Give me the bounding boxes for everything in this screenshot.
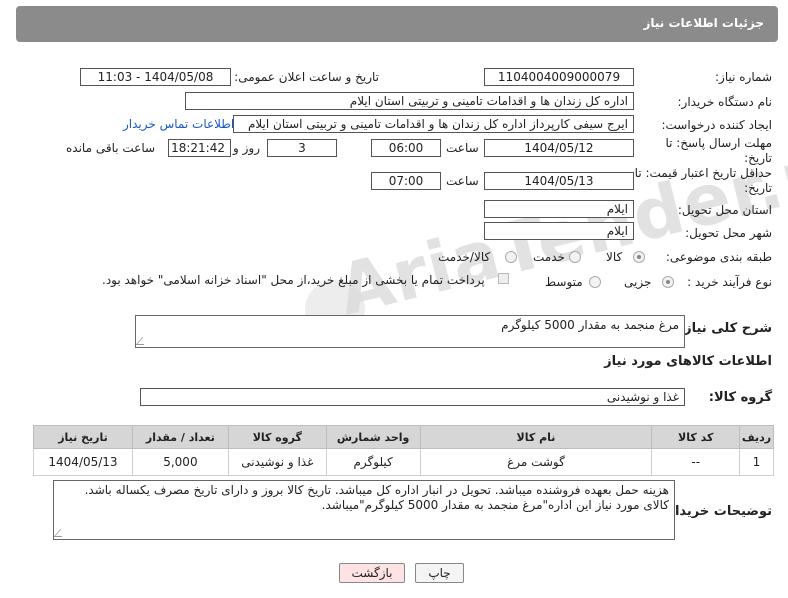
delivery-city-label: شهر محل تحویل: xyxy=(685,226,772,240)
goods-group-label: گروه کالا: xyxy=(708,390,772,405)
cell-need-date: 1404/05/13 xyxy=(33,448,133,476)
col-group: گروه کالا xyxy=(227,425,327,449)
requester-label: ایجاد کننده درخواست: xyxy=(661,118,772,132)
purchase-type-medium-radio[interactable] xyxy=(589,276,601,288)
delivery-province-label: استان محل تحویل: xyxy=(677,203,772,217)
announce-datetime-label: تاریخ و ساعت اعلان عمومی: xyxy=(234,70,379,84)
category-service-radio[interactable] xyxy=(569,251,581,263)
price-validity-label: حداقل تاریخ اعتبار قیمت: تا تاریخ: xyxy=(634,166,772,195)
resize-handle-icon xyxy=(136,337,151,345)
print-button[interactable]: چاپ xyxy=(415,563,464,583)
purchase-type-minor-radio[interactable] xyxy=(662,276,674,288)
category-both-label: کالا/خدمت xyxy=(438,250,491,264)
buyer-contact-link[interactable]: اطلاعات تماس خریدار xyxy=(123,117,234,131)
reply-deadline-time-field: 06:00 xyxy=(371,139,441,157)
category-label: طبقه بندی موضوعی: xyxy=(665,250,772,264)
price-validity-time-field: 07:00 xyxy=(371,172,441,190)
purchase-type-minor-label: جزیی xyxy=(624,275,652,289)
col-quantity: تعداد / مقدار xyxy=(131,425,229,449)
back-button[interactable]: بازگشت xyxy=(339,563,405,583)
table-row: 1 -- گوشت مرغ کیلوگرم غذا و نوشیدنی 5,00… xyxy=(33,448,774,476)
need-number-label: شماره نیاز: xyxy=(715,70,772,84)
buyer-org-field: اداره کل زندان ها و اقدامات تامینی و ترب… xyxy=(185,92,634,110)
buyer-org-label: نام دستگاه خریدار: xyxy=(677,95,773,109)
remaining-time-label: ساعت باقی مانده xyxy=(66,141,156,155)
col-unit: واحد شمارش xyxy=(325,425,421,449)
description-text: مرغ منجمد به مقدار 5000 کیلوگرم xyxy=(501,318,679,332)
resize-handle-icon xyxy=(54,529,69,537)
need-number-field: 1104004009000079 xyxy=(484,68,634,86)
col-row-number: ردیف xyxy=(739,425,774,449)
buyer-notes-label: توضیحات خریدار: xyxy=(662,504,772,519)
purchase-type-medium-label: متوسط xyxy=(545,275,583,289)
page-title: جزئیات اطلاعات نیاز xyxy=(643,16,764,30)
days-label: روز و xyxy=(233,141,260,155)
cell-group: غذا و نوشیدنی xyxy=(227,448,327,476)
goods-section-title: اطلاعات کالاهای مورد نیاز xyxy=(604,354,772,369)
category-goods-radio[interactable] xyxy=(633,251,645,263)
remaining-time-field: 18:21:42 xyxy=(168,139,231,157)
purchase-type-label: نوع فرآیند خرید : xyxy=(687,275,772,289)
cell-item-name: گوشت مرغ xyxy=(419,448,653,476)
cell-unit: کیلوگرم xyxy=(325,448,421,476)
cell-row-number: 1 xyxy=(739,448,774,476)
cell-item-code: -- xyxy=(651,448,740,476)
reply-deadline-days-field: 3 xyxy=(267,139,337,157)
col-need-date: تاریخ نیاز xyxy=(33,425,133,449)
reply-deadline-label: مهلت ارسال پاسخ: تا تاریخ: xyxy=(665,136,772,165)
goods-group-field: غذا و نوشیدنی xyxy=(140,388,685,406)
reply-deadline-time-label: ساعت xyxy=(446,141,479,155)
description-label: شرح کلی نیاز: xyxy=(678,321,772,336)
cell-quantity: 5,000 xyxy=(131,448,229,476)
price-validity-time-label: ساعت xyxy=(446,174,479,188)
category-goods-label: کالا xyxy=(606,250,623,264)
goods-table: ردیف کد کالا نام کالا واحد شمارش گروه کا… xyxy=(33,425,774,476)
requester-field: ایرج سیفی کارپرداز اداره کل زندان ها و ا… xyxy=(233,115,634,133)
description-textarea: مرغ منجمد به مقدار 5000 کیلوگرم xyxy=(135,315,685,348)
category-service-label: خدمت xyxy=(533,250,565,264)
price-validity-date-field: 1404/05/13 xyxy=(484,172,634,190)
col-item-code: کد کالا xyxy=(651,425,740,449)
buyer-notes-text: هزینه حمل بعهده فروشنده میباشد. تحویل در… xyxy=(84,483,669,512)
treasury-bonds-note: پرداخت تمام یا بخشی از مبلغ خرید،از محل … xyxy=(102,273,485,287)
page-header: جزئیات اطلاعات نیاز xyxy=(16,6,778,42)
buyer-notes-textarea: هزینه حمل بعهده فروشنده میباشد. تحویل در… xyxy=(53,480,675,540)
delivery-city-field: ایلام xyxy=(484,222,634,240)
delivery-province-field: ایلام xyxy=(484,200,634,218)
category-both-radio[interactable] xyxy=(505,251,517,263)
col-item-name: نام کالا xyxy=(419,425,653,449)
reply-deadline-date-field: 1404/05/12 xyxy=(484,139,634,157)
announce-datetime-field: 1404/05/08 - 11:03 xyxy=(80,68,231,86)
goods-table-header: ردیف کد کالا نام کالا واحد شمارش گروه کا… xyxy=(33,425,774,449)
treasury-bonds-checkbox[interactable] xyxy=(498,273,509,284)
